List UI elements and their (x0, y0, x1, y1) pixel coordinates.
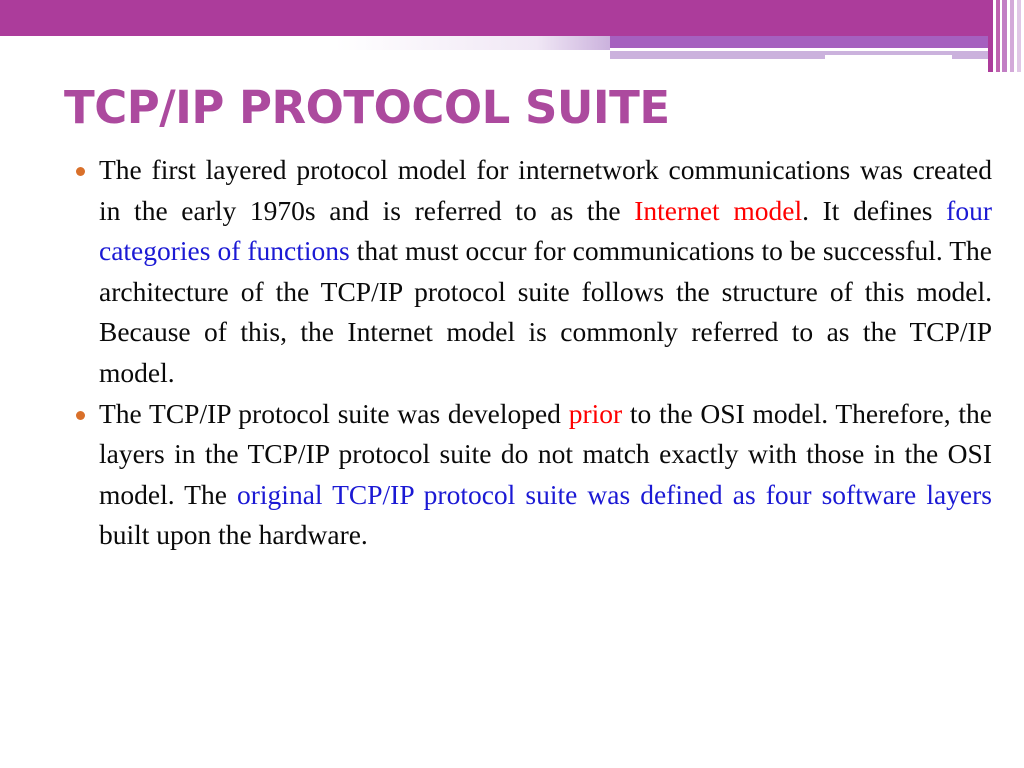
bullet-item: The TCP/IP protocol suite was developed … (62, 394, 992, 556)
text-run-red: Internet model (634, 194, 803, 226)
text-run-black: The TCP/IP protocol suite was developed (99, 397, 569, 429)
bullet-item: The first layered protocol model for int… (62, 150, 992, 394)
bullet-paragraph: The TCP/IP protocol suite was developed … (99, 394, 992, 556)
text-run-blue: original TCP/IP protocol suite was defin… (237, 478, 992, 510)
header-decoration (0, 0, 1024, 72)
slide-body: The first layered protocol model for int… (62, 150, 992, 556)
text-run-black: . It defines (802, 194, 947, 226)
header-band-magenta (0, 0, 1024, 36)
text-run-red: prior (568, 397, 623, 429)
page-title: TCP/IP PROTOCOL SUITE (64, 81, 670, 134)
header-left-fade-lower (0, 50, 610, 72)
bullet-list: The first layered protocol model for int… (62, 150, 992, 556)
header-right-stripes (988, 0, 1024, 72)
slide-root: TCP/IP PROTOCOL SUITE The first layered … (0, 0, 1024, 768)
bullet-paragraph: The first layered protocol model for int… (99, 150, 992, 394)
header-left-fade-upper (0, 36, 610, 50)
text-run-black: built upon the hardware. (99, 519, 368, 551)
header-pale-strip (610, 63, 1024, 72)
header-gap-line (610, 48, 1024, 51)
